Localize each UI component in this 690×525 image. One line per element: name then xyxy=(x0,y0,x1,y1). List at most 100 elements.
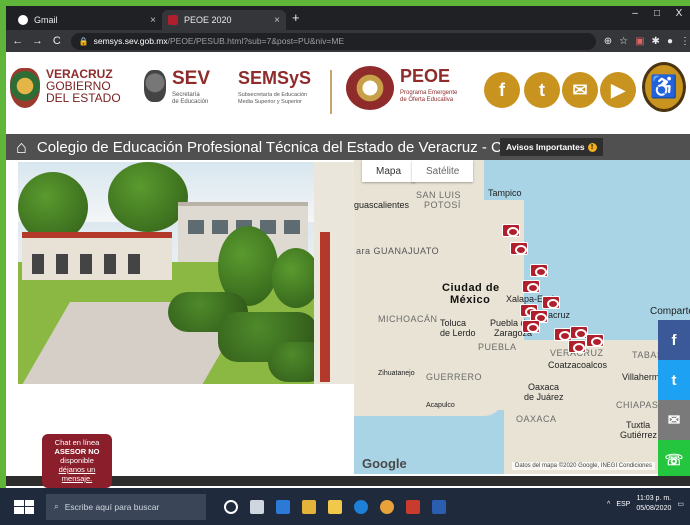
chat-line2: ASESOR NO xyxy=(54,447,100,456)
map-label: GUERRERO xyxy=(426,372,483,382)
map-label: Toluca xyxy=(440,318,467,328)
share-mail-icon[interactable]: ✉ xyxy=(658,400,690,440)
pdf-extension-icon[interactable]: ▣ xyxy=(635,36,644,47)
semsys-logo-text: SEMSyS xyxy=(238,68,312,88)
map-label: Coatzacoalcos xyxy=(548,360,608,370)
url-path: /PEOE/PESUB.html?sub=7&post=PU&niv=ME xyxy=(167,36,345,46)
reload-icon[interactable]: C xyxy=(49,35,65,47)
map-label: OAXACA xyxy=(516,414,557,424)
photo-tree xyxy=(108,162,188,232)
file-explorer-icon[interactable] xyxy=(302,499,316,514)
map-marker-icon[interactable] xyxy=(510,242,528,255)
facebook-icon[interactable]: f xyxy=(484,72,520,108)
chat-line5: mensaje. xyxy=(61,474,93,483)
task-view-icon[interactable] xyxy=(250,499,264,514)
notification-icon[interactable]: ▭ xyxy=(677,500,684,508)
map-marker-icon[interactable] xyxy=(530,264,548,277)
tab-label: Gmail xyxy=(34,15,58,25)
map-type-map[interactable]: Mapa xyxy=(362,160,416,182)
chat-widget[interactable]: Chat en línea ASESOR NO disponible déjan… xyxy=(42,434,112,488)
map-attribution[interactable]: Datos del mapa ©2020 Google, INEGI Condi… xyxy=(512,462,655,470)
map-marker-icon[interactable] xyxy=(542,296,560,309)
sev-logo-text: SEV xyxy=(172,68,211,89)
extensions: ⊕ ☆ ▣ ✱ ● ⋮ xyxy=(604,36,690,47)
time: 11:03 p. m. xyxy=(636,495,672,502)
accessibility-icon[interactable]: ♿ xyxy=(642,62,686,112)
search-icon: ⌕ xyxy=(54,501,59,511)
twitter-icon[interactable]: t xyxy=(524,72,560,108)
mail-icon[interactable]: ✉ xyxy=(562,72,598,108)
window-controls: – □ X xyxy=(624,8,690,19)
map-label: acruz xyxy=(548,310,571,320)
map-marker-icon[interactable] xyxy=(502,224,520,237)
edge-icon[interactable] xyxy=(354,499,368,514)
sev-seal-logo xyxy=(144,70,166,102)
chevron-up-icon[interactable]: ^ xyxy=(607,501,610,508)
close-tab-icon[interactable]: × xyxy=(274,15,280,26)
store-icon[interactable] xyxy=(276,499,290,514)
map-marker-icon[interactable] xyxy=(522,320,540,333)
folder-icon[interactable] xyxy=(328,499,342,514)
share-facebook-icon[interactable]: f xyxy=(658,320,690,360)
date: 05/08/2020 xyxy=(636,505,672,512)
share-twitter-icon[interactable]: t xyxy=(658,360,690,400)
campus-photo xyxy=(18,162,354,384)
map-label: Tampico xyxy=(488,188,522,198)
cortana-icon[interactable] xyxy=(224,499,238,514)
share-whatsapp-icon[interactable]: ☏ xyxy=(658,440,690,480)
chrome-icon[interactable] xyxy=(380,499,394,514)
url-host: semsys.sev.gob.mx xyxy=(93,36,168,46)
forward-icon[interactable]: → xyxy=(30,35,46,47)
page-title: Colegio de Educación Profesional Técnica… xyxy=(36,138,525,156)
tab-peoe[interactable]: PEOE 2020 × xyxy=(162,10,286,30)
tab-gmail[interactable]: Gmail × xyxy=(12,10,162,30)
browser-window: Gmail × PEOE 2020 × + – □ X ← → C 🔒 sems… xyxy=(6,6,690,525)
peoe-subtitle: Programa Emergente de Oferta Educativa xyxy=(400,90,457,104)
maximize-button[interactable]: □ xyxy=(646,8,668,19)
home-icon[interactable]: ⌂ xyxy=(16,137,27,158)
photo-building xyxy=(314,162,354,384)
url-input[interactable]: 🔒 semsys.sev.gob.mx /PEOE/PESUB.html?sub… xyxy=(70,32,596,50)
map-label: CHIAPAS xyxy=(616,400,659,410)
semsys-sub1: Subsecretaría de Educación xyxy=(238,92,308,98)
taskbar-search-input[interactable]: ⌕ Escribe aquí para buscar xyxy=(46,493,206,520)
veracruz-crest-logo xyxy=(10,68,40,108)
new-tab-button[interactable]: + xyxy=(292,10,300,25)
menu-icon[interactable]: ⋮ xyxy=(680,36,690,47)
map-label: guascalientes xyxy=(354,200,410,210)
map-marker-icon[interactable] xyxy=(568,340,586,353)
map-label: Zihuatanejo xyxy=(378,370,415,377)
map-marker-icon[interactable] xyxy=(522,280,540,293)
header-divider xyxy=(330,70,332,114)
map-label: México xyxy=(450,294,491,306)
back-icon[interactable]: ← xyxy=(10,35,26,47)
google-map[interactable]: Mapa Satélite SAN LUIS POTOSÍ Tampico gu… xyxy=(354,160,690,474)
close-tab-icon[interactable]: × xyxy=(150,15,156,26)
lock-icon: 🔒 xyxy=(78,36,89,46)
puzzle-icon[interactable]: ✱ xyxy=(652,36,660,47)
language-indicator[interactable]: ESP xyxy=(616,501,630,508)
taskbar: ⌕ Escribe aquí para buscar ^ ESP 11:03 p… xyxy=(0,488,690,525)
peoe-logo-text: PEOE xyxy=(400,66,451,86)
semsys-subtitle: Subsecretaría de Educación Media Superio… xyxy=(238,92,307,106)
sev-subtitle: Secretaría de Educación xyxy=(172,92,208,106)
map-marker-icon[interactable] xyxy=(586,334,604,347)
map-label: ara GUANAJUATO xyxy=(356,246,440,256)
avisos-importantes-button[interactable]: Avisos Importantes ! xyxy=(500,138,603,156)
minimize-button[interactable]: – xyxy=(624,8,646,19)
youtube-icon[interactable]: ▶ xyxy=(600,72,636,108)
word-icon[interactable] xyxy=(432,499,446,514)
profile-icon[interactable]: ● xyxy=(667,36,673,47)
close-window-button[interactable]: X xyxy=(668,8,690,19)
chat-line3: disponible xyxy=(60,456,94,465)
windows-start-icon[interactable] xyxy=(14,499,34,514)
pdf-icon[interactable] xyxy=(406,499,420,514)
map-type-satellite[interactable]: Satélite xyxy=(412,160,474,182)
tab-bar: Gmail × PEOE 2020 × + – □ X xyxy=(6,6,690,30)
clock[interactable]: 11:03 p. m. 05/08/2020 xyxy=(636,494,671,514)
star-icon[interactable]: ☆ xyxy=(619,36,628,47)
map-label: POTOSÍ xyxy=(424,200,461,210)
map-label: MICHOACÁN xyxy=(378,314,438,324)
veracruz-line3: DEL ESTADO xyxy=(46,91,121,105)
zoom-icon[interactable]: ⊕ xyxy=(604,36,612,47)
